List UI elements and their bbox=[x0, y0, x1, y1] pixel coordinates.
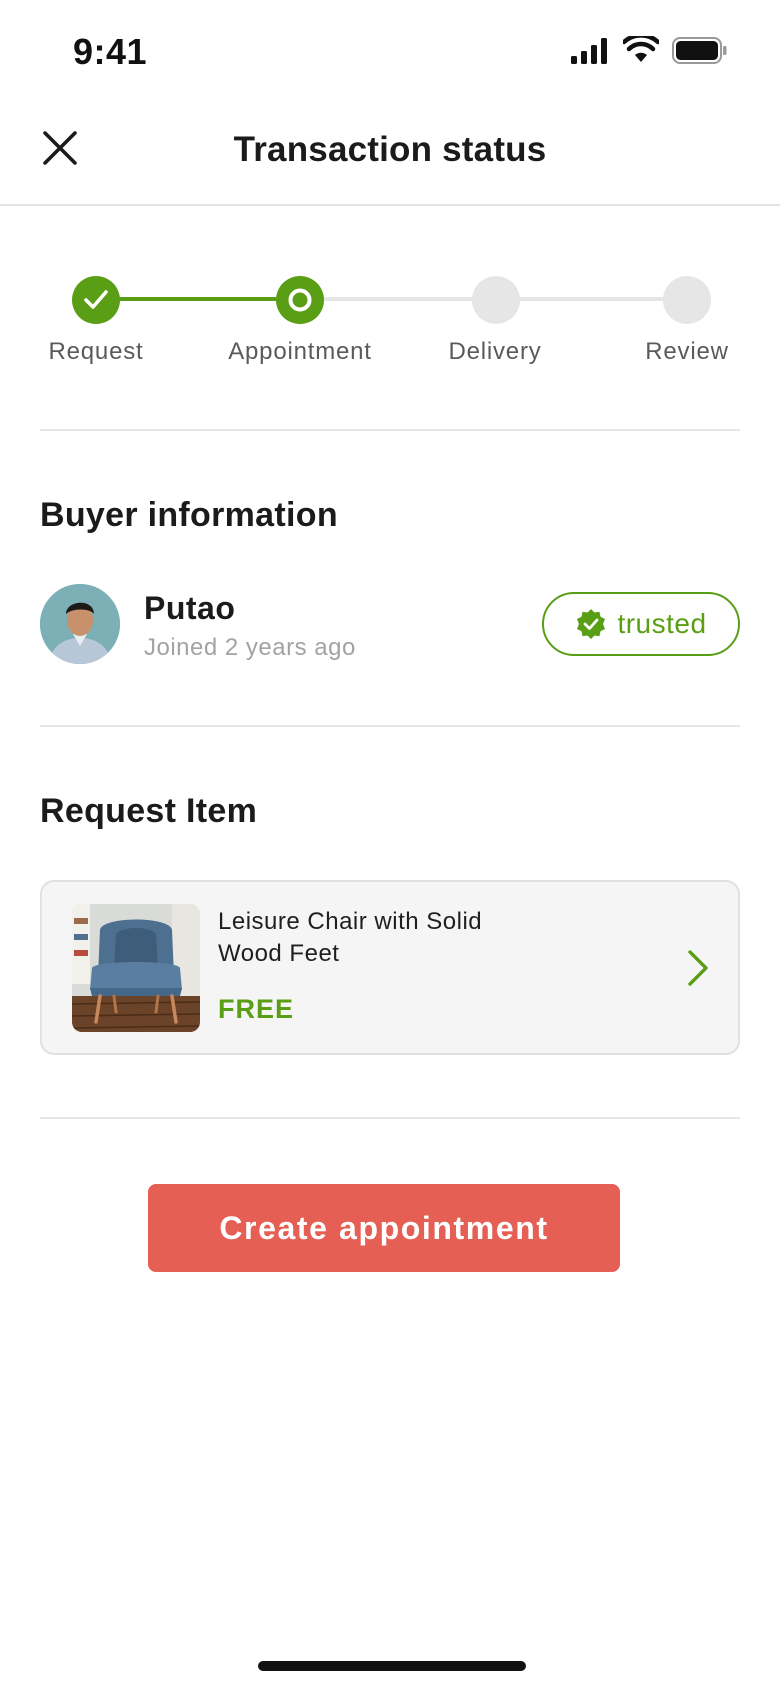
check-icon bbox=[84, 290, 108, 309]
ring-icon bbox=[288, 288, 312, 312]
wifi-icon bbox=[623, 36, 659, 62]
nav-bar: Transaction status bbox=[0, 100, 780, 206]
avatar-image bbox=[40, 584, 120, 664]
step-appointment-indicator bbox=[276, 276, 324, 324]
request-item-section-title: Request Item bbox=[40, 792, 258, 830]
step-connector-pending bbox=[300, 297, 496, 301]
step-label-appointment: Appointment bbox=[228, 338, 372, 365]
trusted-badge-label: trusted bbox=[617, 608, 707, 639]
divider bbox=[40, 725, 740, 727]
step-label-review: Review bbox=[645, 338, 729, 365]
request-item-card[interactable]: Leisure Chair with Solid Wood Feet FREE bbox=[40, 880, 740, 1055]
buyer-section-title: Buyer information bbox=[40, 496, 338, 534]
progress-stepper: Request Appointment Delivery Review bbox=[0, 250, 780, 370]
status-bar: 9:41 bbox=[0, 0, 780, 100]
step-connector-completed bbox=[96, 297, 300, 301]
item-thumbnail bbox=[72, 904, 200, 1032]
status-time: 9:41 bbox=[73, 31, 148, 72]
item-price: FREE bbox=[218, 994, 295, 1024]
item-title: Leisure Chair with Solid Wood Feet bbox=[218, 908, 483, 967]
step-label-request: Request bbox=[48, 338, 144, 365]
page-title: Transaction status bbox=[233, 130, 547, 169]
chair-image bbox=[72, 904, 200, 1032]
step-delivery-indicator bbox=[472, 276, 520, 324]
chevron-right-icon bbox=[688, 950, 708, 986]
trusted-badge: trusted bbox=[542, 592, 740, 656]
create-appointment-button[interactable]: Create appointment bbox=[148, 1184, 620, 1272]
home-indicator bbox=[258, 1661, 526, 1671]
divider bbox=[40, 1117, 740, 1119]
step-request-indicator bbox=[72, 276, 120, 324]
buyer-name: Putao bbox=[144, 590, 236, 626]
avatar[interactable] bbox=[40, 584, 120, 664]
step-label-delivery: Delivery bbox=[448, 338, 542, 365]
step-connector-pending bbox=[496, 297, 687, 301]
screen: 9:41 Transaction status Request Appointm… bbox=[0, 0, 780, 1688]
signal-icon bbox=[571, 38, 607, 64]
step-review-indicator bbox=[663, 276, 711, 324]
battery-icon bbox=[672, 37, 727, 64]
verified-badge-icon bbox=[577, 609, 606, 639]
divider bbox=[40, 429, 740, 431]
buyer-joined-text: Joined 2 years ago bbox=[144, 634, 356, 661]
